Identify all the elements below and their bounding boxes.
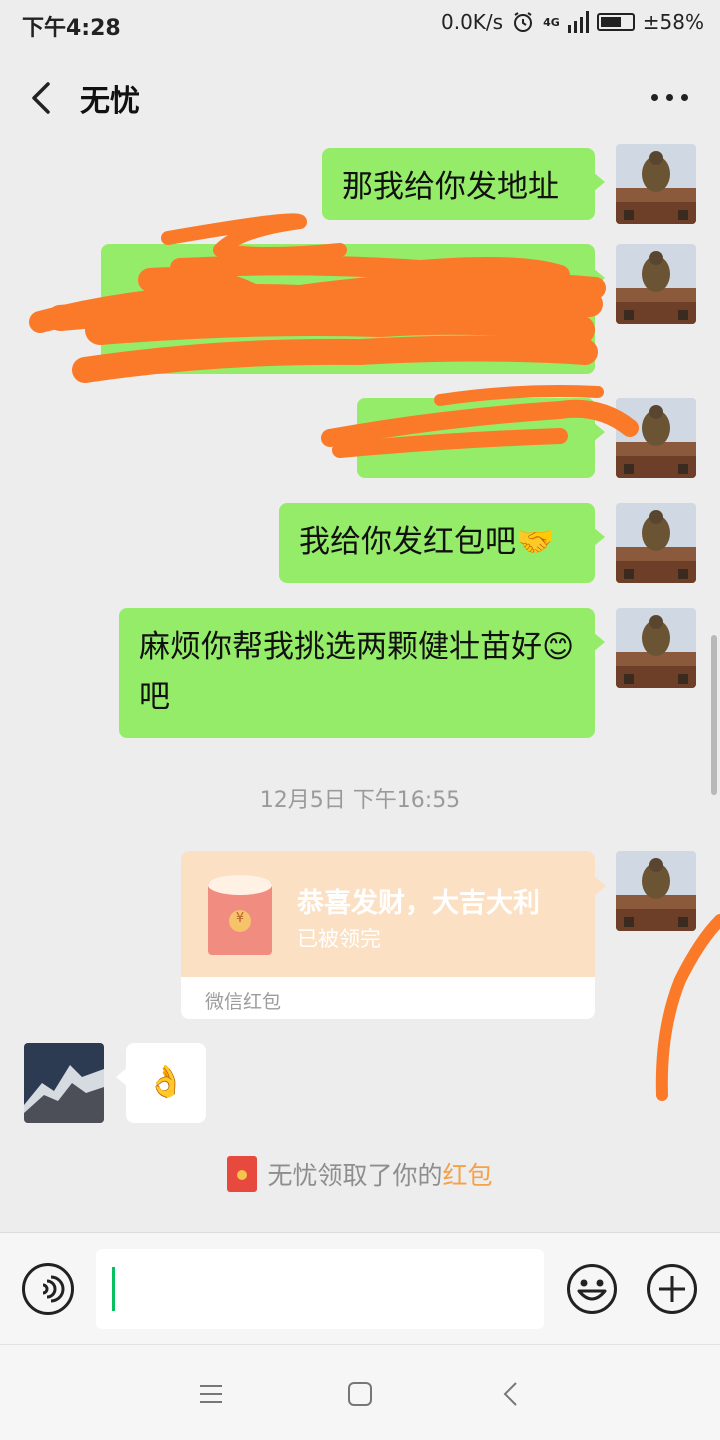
chat-title: 无忧 <box>80 84 140 119</box>
more-dots-icon[interactable] <box>644 84 694 110</box>
scrollbar[interactable] <box>711 635 717 795</box>
status-time: 下午4:28 <box>22 16 121 41</box>
message-list[interactable]: 那我给你发地址 我给你发红包吧🤝 麻烦你帮我挑选两颗健壮苗好😊 吧 12月5日 … <box>0 144 720 1232</box>
red-packet-pointer <box>594 876 606 896</box>
red-packet-status: 已被领完 <box>297 927 381 951</box>
avatar[interactable] <box>616 244 696 324</box>
message-bubble-received[interactable]: 👌 <box>116 1043 206 1123</box>
message-bubble[interactable]: 那我给你发地址 <box>322 148 605 220</box>
system-message: 无忧领取了你的红包 <box>0 1156 720 1192</box>
plus-icon[interactable] <box>646 1263 698 1315</box>
system-message-link[interactable]: 红包 <box>443 1161 493 1190</box>
network-type: 4G <box>543 15 560 29</box>
message-timestamp: 12月5日 下午16:55 <box>259 788 461 813</box>
system-message-prefix: 无忧领取了你的 <box>267 1161 443 1190</box>
battery-icon <box>596 13 635 31</box>
alarm-icon <box>514 12 533 32</box>
message-bubble-redacted[interactable] <box>357 398 605 478</box>
red-packet-card[interactable]: ¥ 恭喜发财，大吉大利 已被领完 微信红包 <box>181 851 595 1019</box>
red-packet-currency: ¥ <box>235 911 245 926</box>
message-bubble[interactable]: 我给你发红包吧🤝 <box>279 503 605 583</box>
red-packet-title: 恭喜发财，大吉大利 <box>297 888 540 919</box>
battery-level: ±58% <box>642 10 704 34</box>
avatar[interactable] <box>616 144 696 224</box>
back-icon[interactable] <box>496 1379 526 1409</box>
red-packet-footer: 微信红包 <box>205 991 282 1013</box>
avatar[interactable] <box>616 503 696 583</box>
avatar[interactable] <box>616 608 696 688</box>
signal-icon <box>567 11 589 33</box>
text-cursor <box>112 1267 115 1311</box>
chevron-left-icon[interactable] <box>22 78 62 118</box>
network-speed: 0.0K/s <box>441 10 504 34</box>
input-bar <box>0 1232 720 1344</box>
contact-avatar[interactable] <box>24 1043 104 1123</box>
chat-header: 无忧 <box>0 50 720 144</box>
status-bar: 下午4:28 0.0K/s 4G ±58% <box>0 0 720 50</box>
message-input[interactable] <box>96 1249 544 1329</box>
menu-icon[interactable] <box>196 1379 226 1409</box>
system-navigation-bar <box>0 1344 720 1440</box>
voice-icon[interactable] <box>22 1263 74 1315</box>
message-bubble[interactable]: 麻烦你帮我挑选两颗健壮苗好😊 吧 <box>119 608 605 738</box>
emoji-icon[interactable] <box>566 1263 618 1315</box>
message-bubble-redacted[interactable] <box>101 244 605 374</box>
status-indicators: 0.0K/s 4G ±58% <box>441 10 704 34</box>
home-icon[interactable] <box>345 1379 375 1409</box>
red-packet-mini-icon <box>227 1156 258 1192</box>
avatar[interactable] <box>616 398 696 478</box>
avatar[interactable] <box>616 851 696 931</box>
